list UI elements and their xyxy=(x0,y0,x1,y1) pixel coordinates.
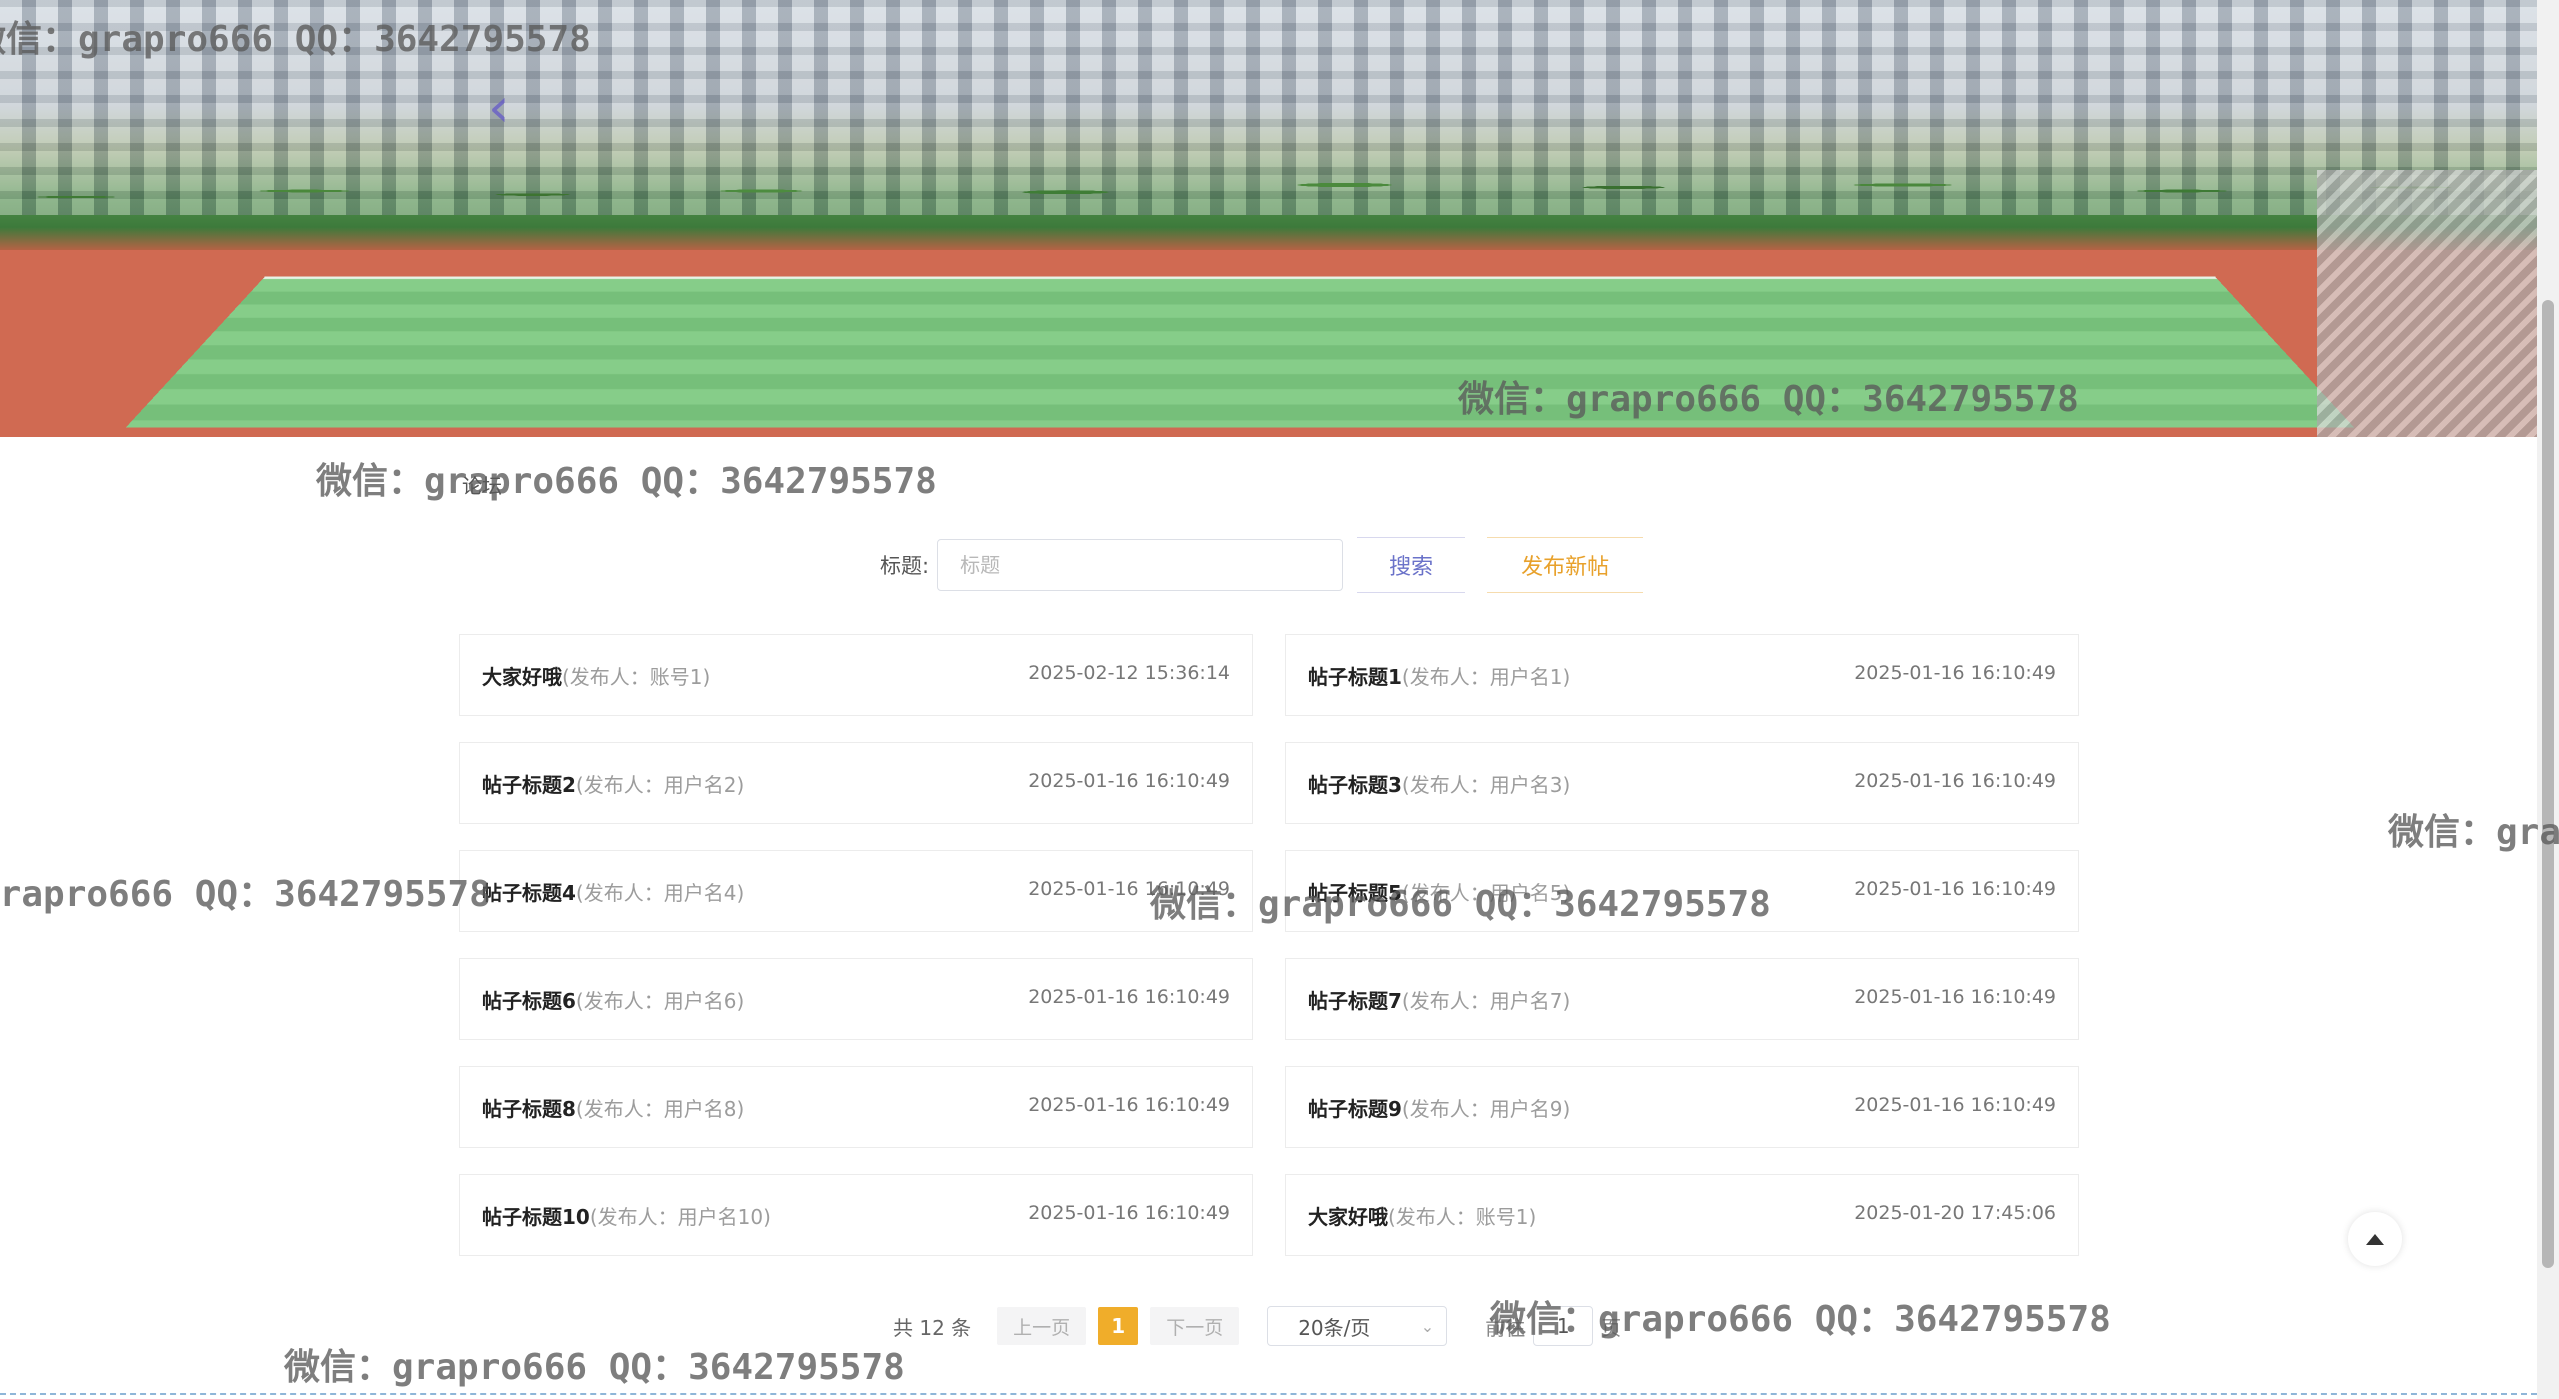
arrow-up-icon xyxy=(2366,1233,2384,1245)
post-time: 2025-01-16 16:10:49 xyxy=(1028,1202,1230,1224)
post-time: 2025-01-16 16:10:49 xyxy=(1028,770,1230,792)
post-title: 帖子标题7 xyxy=(1308,988,1402,1013)
goto-suffix: 页 xyxy=(1601,1315,1622,1340)
goto-page-input[interactable] xyxy=(1533,1306,1594,1346)
post-time: 2025-01-20 17:45:06 xyxy=(1854,1202,2056,1224)
next-page-button[interactable]: 下一页 xyxy=(1150,1307,1240,1345)
search-input[interactable] xyxy=(937,539,1344,591)
post-time: 2025-01-16 16:10:49 xyxy=(1854,878,2056,900)
post-item[interactable]: 帖子标题9(发布人：用户名9) 2025-01-16 16:10:49 xyxy=(1285,1066,2079,1148)
publish-post-button[interactable]: 发布新帖 xyxy=(1487,537,1644,593)
post-item[interactable]: 帖子标题4(发布人：用户名4) 2025-01-16 16:10:49 xyxy=(459,850,1253,932)
post-author: (发布人：账号1) xyxy=(1388,1204,1537,1229)
post-item[interactable]: 帖子标题7(发布人：用户名7) 2025-01-16 16:10:49 xyxy=(1285,958,2079,1040)
post-author: (发布人：账号1) xyxy=(562,664,711,689)
post-author: (发布人：用户名1) xyxy=(1401,664,1571,689)
post-title: 帖子标题6 xyxy=(482,988,576,1013)
post-item[interactable]: 帖子标题3(发布人：用户名3) 2025-01-16 16:10:49 xyxy=(1285,742,2079,824)
post-author: (发布人：用户名6) xyxy=(575,988,745,1013)
post-title: 帖子标题10 xyxy=(482,1204,590,1229)
post-time: 2025-01-16 16:10:49 xyxy=(1854,986,2056,1008)
scrollbar-thumb[interactable] xyxy=(2542,300,2554,1268)
page-size-value: 20条/页 xyxy=(1298,1315,1371,1340)
search-button[interactable]: 搜索 xyxy=(1357,537,1466,593)
prev-page-button[interactable]: 上一页 xyxy=(997,1307,1087,1345)
watermark: 微信：grapro666 QQ：3642795578 xyxy=(2388,812,2559,853)
chevron-down-icon: ⌄ xyxy=(1420,1316,1435,1336)
post-item[interactable]: 帖子标题8(发布人：用户名8) 2025-01-16 16:10:49 xyxy=(459,1066,1253,1148)
post-time: 2025-01-16 16:10:49 xyxy=(1854,1094,2056,1116)
page-number-current[interactable]: 1 xyxy=(1098,1307,1139,1345)
post-title: 大家好哦 xyxy=(482,664,562,689)
post-time: 2025-01-16 16:10:49 xyxy=(1028,986,1230,1008)
search-bar: 标题: 搜索 发布新帖 xyxy=(880,535,1644,595)
post-title: 帖子标题8 xyxy=(482,1096,576,1121)
post-item[interactable]: 帖子标题1(发布人：用户名1) 2025-01-16 16:10:49 xyxy=(1285,634,2079,716)
post-author: (发布人：用户名5) xyxy=(1401,880,1571,905)
post-title: 帖子标题2 xyxy=(482,772,576,797)
banner-field xyxy=(125,276,2355,428)
post-author: (发布人：用户名9) xyxy=(1401,1096,1571,1121)
divider xyxy=(0,1393,2537,1395)
post-title: 帖子标题4 xyxy=(482,880,576,905)
watermark: 微信：grapro666 QQ：3642795578 xyxy=(284,1347,905,1388)
chevron-left-icon[interactable]: ‹ xyxy=(488,78,522,138)
post-item[interactable]: 帖子标题6(发布人：用户名6) 2025-01-16 16:10:49 xyxy=(459,958,1253,1040)
post-item[interactable]: 大家好哦(发布人：账号1) 2025-01-20 17:45:06 xyxy=(1285,1174,2079,1256)
breadcrumb[interactable]: 论坛 xyxy=(462,470,502,499)
search-label: 标题: xyxy=(880,554,930,578)
post-time: 2025-02-12 15:36:14 xyxy=(1028,662,1230,684)
pagination-total: 共 12 条 xyxy=(893,1315,972,1340)
pagination: 共 12 条 上一页 1 下一页 20条/页 ⌄ 前往 页 xyxy=(893,1305,1621,1347)
post-time: 2025-01-16 16:10:49 xyxy=(1854,770,2056,792)
post-author: (发布人：用户名3) xyxy=(1401,772,1571,797)
post-time: 2025-01-16 16:10:49 xyxy=(1028,878,1230,900)
back-to-top-button[interactable] xyxy=(2348,1212,2402,1266)
post-title: 帖子标题9 xyxy=(1308,1096,1402,1121)
post-author: (发布人：用户名10) xyxy=(589,1204,771,1229)
goto-label: 前往 xyxy=(1485,1315,1526,1340)
post-item[interactable]: 帖子标题5(发布人：用户名5) 2025-01-16 16:10:49 xyxy=(1285,850,2079,932)
post-author: (发布人：用户名8) xyxy=(575,1096,745,1121)
post-author: (发布人：用户名7) xyxy=(1401,988,1571,1013)
watermark: 微信：grapro666 QQ：3642795578 xyxy=(316,461,937,502)
banner-trees xyxy=(0,125,2537,245)
post-time: 2025-01-16 16:10:49 xyxy=(1028,1094,1230,1116)
post-title: 帖子标题3 xyxy=(1308,772,1402,797)
post-author: (发布人：用户名2) xyxy=(575,772,745,797)
post-time: 2025-01-16 16:10:49 xyxy=(1854,662,2056,684)
post-item[interactable]: 帖子标题2(发布人：用户名2) 2025-01-16 16:10:49 xyxy=(459,742,1253,824)
post-title: 帖子标题1 xyxy=(1308,664,1402,689)
goto-page: 前往 页 xyxy=(1485,1306,1621,1346)
post-item[interactable]: 帖子标题10(发布人：用户名10) 2025-01-16 16:10:49 xyxy=(459,1174,1253,1256)
post-item[interactable]: 大家好哦(发布人：账号1) 2025-02-12 15:36:14 xyxy=(459,634,1253,716)
post-author: (发布人：用户名4) xyxy=(575,880,745,905)
watermark: 微信：grapro666 QQ：3642795578 xyxy=(0,874,491,915)
banner-carousel: ‹ xyxy=(0,0,2537,437)
post-title: 大家好哦 xyxy=(1308,1204,1388,1229)
banner-stairs xyxy=(2317,170,2537,437)
page-size-select[interactable]: 20条/页 ⌄ xyxy=(1267,1306,1448,1346)
post-title: 帖子标题5 xyxy=(1308,880,1402,905)
